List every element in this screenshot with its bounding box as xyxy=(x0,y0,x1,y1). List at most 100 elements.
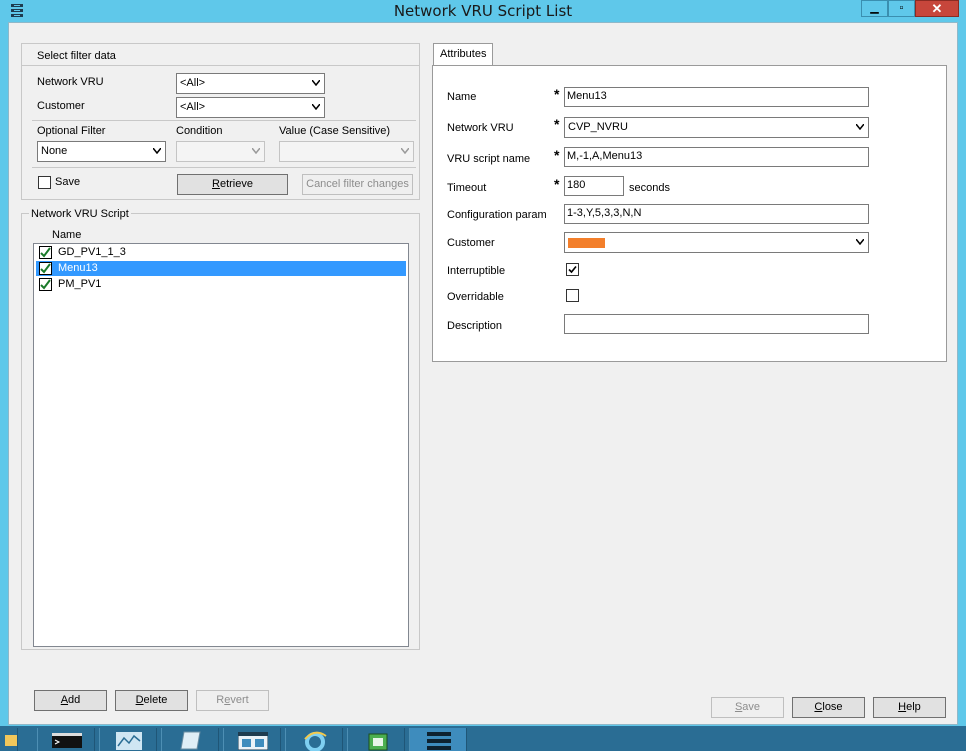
name-label: Name xyxy=(447,91,477,103)
help-button[interactable]: Help xyxy=(873,697,946,718)
optional-filter-value: None xyxy=(41,145,68,157)
vru-script-name-field[interactable]: M,-1,A,Menu13 xyxy=(564,147,869,167)
list-item-name: GD_PV1_1_3 xyxy=(58,246,126,258)
script-check-icon xyxy=(39,262,52,275)
chevron-down-icon xyxy=(153,148,161,154)
script-check-icon xyxy=(39,246,52,259)
chevron-down-icon xyxy=(401,148,409,154)
chevron-down-icon xyxy=(252,148,260,154)
taskbar xyxy=(0,726,966,751)
dialog-client-area: Select filter data Network VRU <All> Cus… xyxy=(8,22,958,725)
chevron-down-icon xyxy=(312,80,320,86)
tab-attributes[interactable]: Attributes xyxy=(433,43,494,66)
retrieve-button-label: etrieve xyxy=(219,178,253,190)
vru-script-name-required-marker: * xyxy=(554,147,560,163)
network-vru-label: Network VRU xyxy=(447,122,514,134)
optional-filter-label: Optional Filter xyxy=(37,125,106,137)
filter-value-label: Value (Case Sensitive) xyxy=(279,125,391,137)
command-prompt-icon[interactable] xyxy=(37,728,95,751)
notepad-glyph-icon xyxy=(180,731,201,750)
vru-script-glyph-icon xyxy=(427,732,451,750)
description-field[interactable] xyxy=(564,314,869,334)
save-button-label: ave xyxy=(742,701,761,713)
interruptible-label: Interruptible xyxy=(447,265,506,277)
config-window-icon xyxy=(238,732,268,750)
add-button[interactable]: Add xyxy=(34,690,107,711)
revert-button[interactable]: Revert xyxy=(196,690,269,711)
ie-logo-icon xyxy=(304,731,327,751)
chevron-down-icon xyxy=(856,124,864,130)
retrieve-button[interactable]: Retrieve xyxy=(177,174,288,195)
list-item[interactable]: GD_PV1_1_3 xyxy=(36,245,406,260)
monitor-chart-icon xyxy=(116,732,142,750)
script-list-group: Network VRU Script Name GD_PV1_1_3 Menu1… xyxy=(21,208,420,650)
customer-select[interactable] xyxy=(564,232,869,253)
save-filter-label: Save xyxy=(55,176,81,188)
interruptible-checkbox[interactable] xyxy=(566,263,579,276)
filter-network-vru-label: Network VRU xyxy=(37,76,104,88)
condition-label: Condition xyxy=(176,125,223,137)
file-explorer-icon[interactable] xyxy=(0,728,18,751)
filter-group: Select filter data Network VRU <All> Cus… xyxy=(21,43,420,200)
timeout-required-marker: * xyxy=(554,176,560,192)
vru-script-name-label: VRU script name xyxy=(447,153,531,165)
overridable-label: Overridable xyxy=(447,291,504,303)
save-filter-checkbox[interactable] xyxy=(38,176,51,189)
internet-explorer-icon[interactable] xyxy=(285,728,343,751)
config-param-field[interactable]: 1-3,Y,5,3,3,N,N xyxy=(564,204,869,224)
close-window-button[interactable]: ✕ xyxy=(915,0,959,17)
network-tool-glyph-icon xyxy=(368,733,388,751)
timeout-field[interactable]: 180 xyxy=(564,176,624,196)
cancel-filter-changes-button[interactable]: Cancel filter changes xyxy=(302,174,413,195)
filter-network-vru-select[interactable]: <All> xyxy=(176,73,325,94)
maximize-button[interactable]: ▫ xyxy=(888,0,915,17)
timeout-label: Timeout xyxy=(447,182,487,194)
close-button-label: lose xyxy=(822,701,843,713)
network-vru-required-marker: * xyxy=(554,116,560,132)
title-bar: Network VRU Script List ▁ ▫ ✕ xyxy=(0,0,966,22)
customer-color-swatch xyxy=(568,238,605,248)
customer-label: Customer xyxy=(447,237,495,249)
save-button[interactable]: Save xyxy=(711,697,784,718)
chevron-down-icon xyxy=(856,239,864,245)
description-label: Description xyxy=(447,320,503,332)
condition-select[interactable] xyxy=(176,141,265,162)
chevron-down-icon xyxy=(312,104,320,110)
network-vru-script-icon[interactable] xyxy=(409,728,467,751)
list-item-name: PM_PV1 xyxy=(58,278,102,290)
notepad-icon[interactable] xyxy=(161,728,219,751)
command-prompt-glyph-icon xyxy=(52,733,82,748)
config-param-label: Configuration param xyxy=(447,209,547,221)
window-title: Network VRU Script List xyxy=(393,2,573,20)
add-button-label: dd xyxy=(68,694,81,706)
list-item-selected[interactable]: Menu13 xyxy=(36,261,406,276)
delete-button[interactable]: Delete xyxy=(115,690,188,711)
list-item-name: Menu13 xyxy=(58,262,98,274)
filter-customer-value: <All> xyxy=(180,101,206,113)
filter-customer-select[interactable]: <All> xyxy=(176,97,325,118)
performance-monitor-icon[interactable] xyxy=(99,728,157,751)
filter-value-select[interactable] xyxy=(279,141,414,162)
network-tool-icon[interactable] xyxy=(347,728,405,751)
folder-icon xyxy=(5,735,17,746)
help-button-label: elp xyxy=(906,701,921,713)
delete-button-label: elete xyxy=(143,694,168,706)
name-column-header[interactable]: Name xyxy=(52,229,81,241)
revert-button-label: vert xyxy=(230,694,249,706)
script-list[interactable]: GD_PV1_1_3 Menu13 PM_PV1 xyxy=(33,243,409,647)
script-list-group-title: Network VRU Script xyxy=(29,208,131,220)
filter-customer-label: Customer xyxy=(37,100,85,112)
name-field[interactable]: Menu13 xyxy=(564,87,869,107)
script-check-icon xyxy=(39,278,52,291)
optional-filter-select[interactable]: None xyxy=(37,141,166,162)
network-vru-value: CVP_NVRU xyxy=(568,121,628,133)
overridable-checkbox[interactable] xyxy=(566,289,579,302)
filter-group-title: Select filter data xyxy=(37,50,116,62)
configuration-manager-icon[interactable] xyxy=(223,728,281,751)
minimize-button[interactable]: ▁ xyxy=(861,0,888,17)
network-vru-select[interactable]: CVP_NVRU xyxy=(564,117,869,138)
timeout-unit-label: seconds xyxy=(629,182,670,194)
list-item[interactable]: PM_PV1 xyxy=(36,277,406,292)
close-button[interactable]: Close xyxy=(792,697,865,718)
attributes-panel: Name * Menu13 Network VRU * CVP_NVRU VRU… xyxy=(432,65,947,362)
